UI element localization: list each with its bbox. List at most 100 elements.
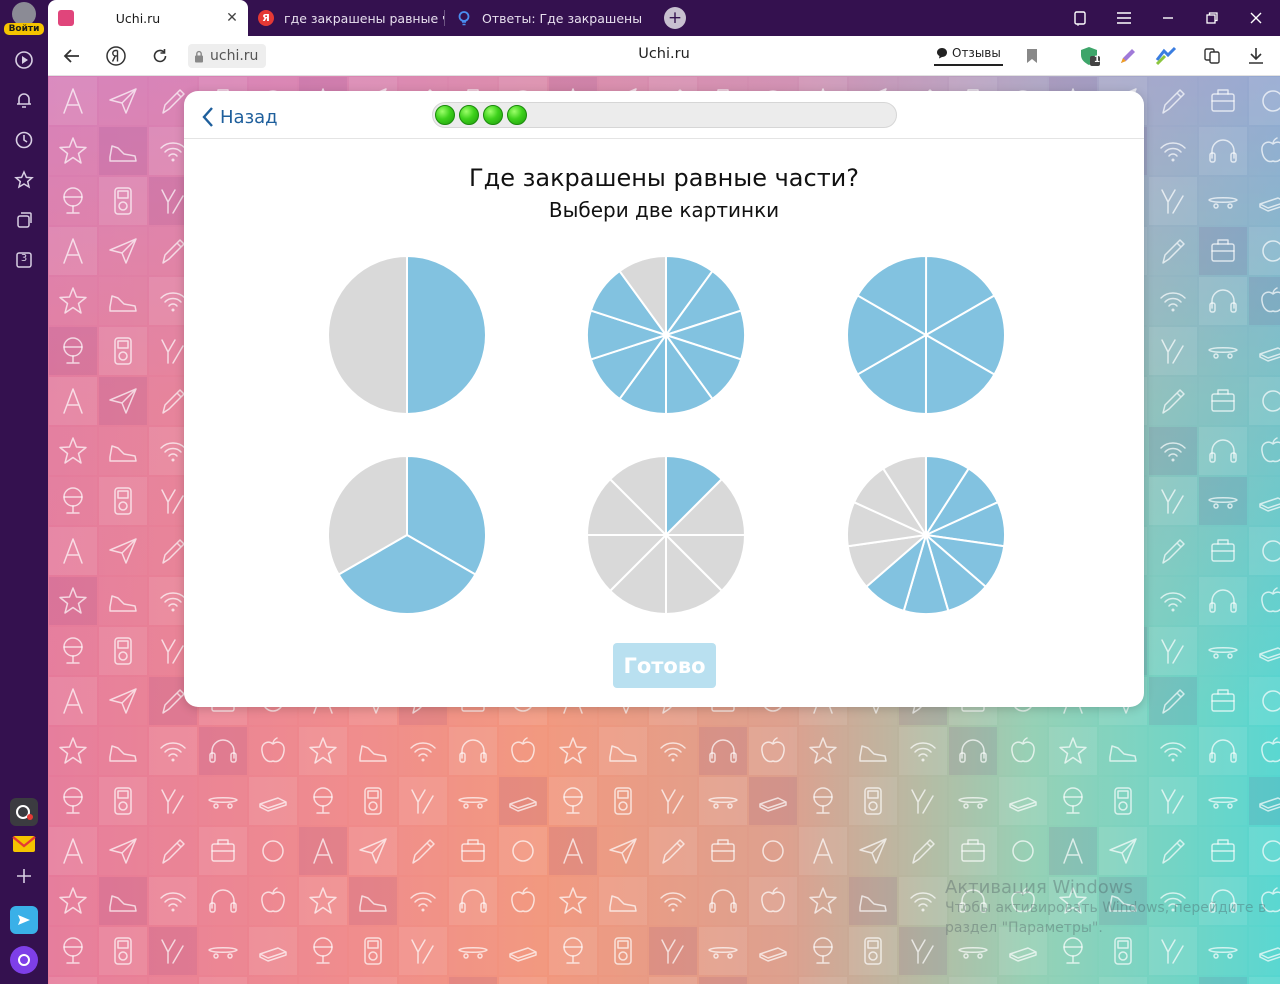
- chevron-left-icon: [202, 106, 214, 128]
- background-tile: [59, 737, 87, 764]
- background-tile: [1259, 497, 1280, 512]
- background-tile: [364, 787, 382, 815]
- background-tile: [809, 737, 837, 764]
- pie-option-5[interactable]: [585, 454, 747, 616]
- background-tile: [49, 827, 97, 875]
- background-tile: [59, 287, 87, 314]
- pie-option-3[interactable]: [845, 254, 1007, 416]
- tab-title: Ответы: Где закрашены ра: [482, 10, 642, 26]
- background-tile: [49, 77, 97, 125]
- background-tile: [1162, 89, 1185, 114]
- minimize-icon[interactable]: [1148, 0, 1188, 36]
- pen-extension-icon[interactable]: [1116, 44, 1140, 68]
- background-tile: [299, 727, 347, 775]
- background-tile: [1162, 239, 1185, 264]
- background-tile: [499, 777, 547, 825]
- close-tab-icon[interactable]: ✕: [222, 10, 242, 26]
- back-link[interactable]: Назад: [202, 104, 278, 130]
- alice-camera-icon[interactable]: [10, 798, 38, 826]
- background-tile: [499, 977, 547, 984]
- background-tile: [299, 977, 347, 984]
- bookmark-icon[interactable]: [1020, 44, 1044, 68]
- background-tile: [109, 538, 137, 564]
- background-tile: [709, 889, 737, 913]
- yandex-logo-icon[interactable]: [102, 42, 130, 70]
- background-tile: [1249, 277, 1280, 325]
- adblock-shield-icon[interactable]: 1: [1078, 44, 1102, 68]
- progress-dot: [507, 105, 527, 125]
- background-tile: [999, 777, 1047, 825]
- background-tile: [399, 927, 447, 975]
- tab-search[interactable]: Я где закрашены равные ча: [248, 0, 444, 36]
- background-tile: [1162, 839, 1185, 864]
- restore-icon[interactable]: [1192, 0, 1232, 36]
- translator-extension-icon[interactable]: [1154, 44, 1178, 68]
- download-icon[interactable]: [1244, 44, 1268, 68]
- reviews-button[interactable]: Отзывы: [934, 42, 1003, 66]
- alice-assistant-icon[interactable]: [10, 946, 38, 974]
- add-panel-icon[interactable]: [10, 862, 38, 890]
- login-button[interactable]: Войти: [4, 2, 44, 40]
- new-tab-button[interactable]: +: [664, 7, 686, 29]
- background-tile: [149, 927, 197, 975]
- background-tile: [699, 927, 747, 975]
- task-card: Назад Где закрашены равные части? Выбери…: [184, 91, 1144, 707]
- favorites-star-icon[interactable]: [10, 166, 38, 194]
- background-tile: [99, 477, 147, 525]
- background-tile: [1149, 677, 1197, 725]
- tabs-overview-icon[interactable]: [1060, 0, 1100, 36]
- background-tile: [1249, 377, 1280, 425]
- extensions-icon[interactable]: [1200, 44, 1224, 68]
- background-tile: [49, 977, 97, 984]
- background-tile: [410, 892, 436, 912]
- pie-option-2[interactable]: [585, 254, 747, 416]
- tabs-counter-icon[interactable]: 3: [10, 246, 38, 274]
- pie-option-1[interactable]: [326, 254, 488, 416]
- background-tile: [849, 927, 897, 975]
- tab-answers[interactable]: Ответы: Где закрашены ра: [446, 0, 642, 36]
- background-tile: [1259, 347, 1280, 362]
- mail-icon[interactable]: [10, 830, 38, 858]
- messenger-icon[interactable]: [10, 906, 38, 934]
- play-icon[interactable]: [10, 46, 38, 74]
- pie-option-6[interactable]: [845, 454, 1007, 616]
- pie-option-4[interactable]: [326, 454, 488, 616]
- background-tile: [109, 238, 137, 264]
- background-tile: [749, 727, 797, 775]
- history-clock-icon[interactable]: [10, 126, 38, 154]
- background-tile: [1099, 827, 1147, 875]
- url-field[interactable]: uchi.ru: [188, 44, 267, 68]
- done-button[interactable]: Готово: [613, 643, 716, 688]
- background-tile: [359, 745, 387, 762]
- url-text: uchi.ru: [210, 48, 259, 64]
- background-tile: [799, 827, 847, 875]
- background-tile: [1249, 527, 1280, 575]
- background-tile: [313, 937, 333, 964]
- menu-icon[interactable]: [1104, 0, 1144, 36]
- tab-uchi[interactable]: Uchi.ru ✕: [48, 0, 248, 36]
- background-tile: [59, 437, 87, 464]
- background-tile: [911, 789, 934, 814]
- background-tile: [1049, 977, 1097, 984]
- background-tile: [509, 947, 537, 962]
- collections-icon[interactable]: [10, 206, 38, 234]
- tabs-counter-label: 3: [20, 253, 28, 264]
- reviews-label: Отзывы: [952, 46, 1001, 60]
- background-tile: [799, 977, 847, 984]
- header-divider: [184, 138, 1144, 139]
- background-tile: [1211, 689, 1235, 712]
- background-tile: [999, 977, 1047, 984]
- bell-icon[interactable]: [10, 86, 38, 114]
- background-tile: [599, 877, 647, 925]
- background-tile: [1261, 587, 1280, 613]
- close-window-icon[interactable]: [1236, 0, 1276, 36]
- background-tile: [1049, 827, 1097, 875]
- background-tile: [261, 737, 285, 763]
- back-arrow-icon[interactable]: [58, 42, 86, 70]
- background-tile: [449, 727, 497, 775]
- login-label: Войти: [4, 23, 44, 35]
- background-tile: [261, 887, 285, 913]
- reload-icon[interactable]: [146, 42, 174, 70]
- background-tile: [1149, 977, 1197, 984]
- lock-icon: [194, 50, 204, 63]
